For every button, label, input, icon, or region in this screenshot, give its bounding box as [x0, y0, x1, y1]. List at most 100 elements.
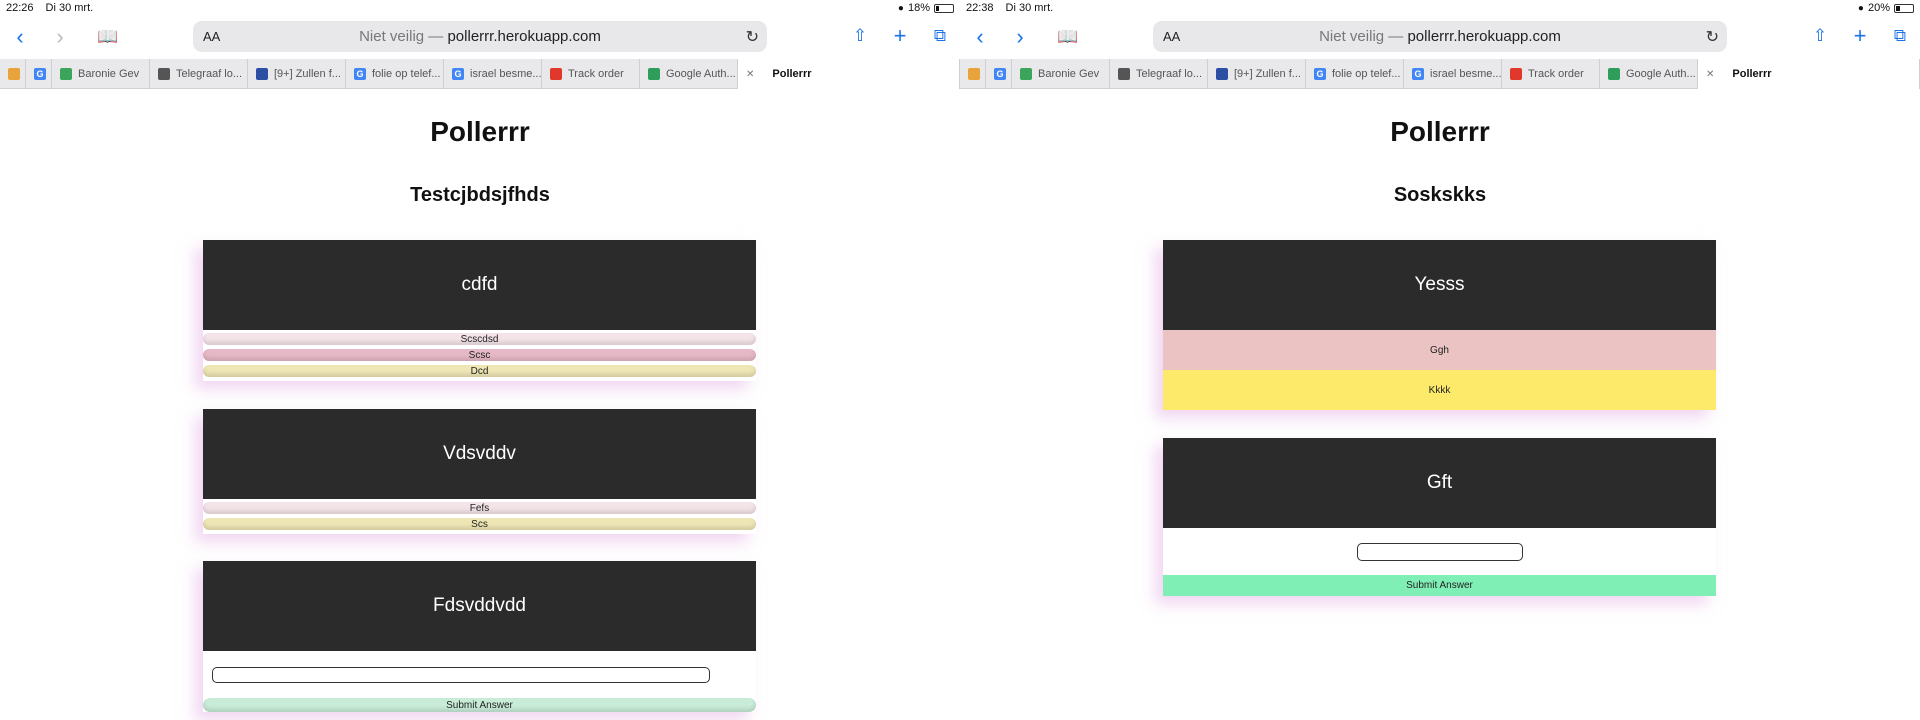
poll-title: Testcjbdsjfhds [410, 184, 550, 206]
browser-toolbar: ‹ › 📖 AA Niet veilig — pollerrr.herokuap… [0, 18, 960, 56]
address-bar[interactable]: AA Niet veilig — pollerrr.herokuapp.com … [1153, 21, 1727, 52]
favicon-icon: G [452, 68, 464, 80]
battery-icon [1894, 3, 1914, 13]
option-button[interactable]: Kkkk [1163, 370, 1716, 410]
favicon-icon [1020, 68, 1032, 80]
tab-strip: G Baronie Gev Telegraaf lo... [9+] Zullen f… [960, 59, 1920, 89]
tab-active[interactable]: ✕ Pollerrr [1698, 59, 1920, 89]
reload-icon[interactable]: ↻ [746, 27, 759, 47]
back-button[interactable]: ‹ [960, 19, 1000, 55]
question-title: Vdsvddv [203, 409, 756, 499]
tab[interactable]: Google Auth... [640, 59, 738, 89]
tab[interactable]: Track order [1502, 59, 1600, 89]
tab-label: Baronie Gev [78, 68, 140, 80]
tab[interactable]: Baronie Gev [1012, 59, 1110, 89]
battery-percent: 20% [1867, 2, 1890, 14]
tab[interactable]: [9+] Zullen f... [248, 59, 346, 89]
status-time: 22:26 [6, 2, 34, 14]
option-button[interactable]: Scscdsd [203, 333, 756, 345]
right-screenshot: 22:38 Di 30 mrt. ● 20% ‹ › 📖 AA Niet vei… [960, 0, 1920, 720]
question-title: Gft [1163, 438, 1716, 528]
tab-label: Track order [1528, 68, 1584, 80]
question-card: cdfd Scscdsd Scsc Dcd [203, 240, 756, 381]
tab[interactable]: Gfolie op telef... [346, 59, 444, 89]
tab-label: Telegraaf lo... [176, 68, 243, 80]
question-card: Fdsvddvdd Submit Answer [203, 561, 756, 712]
answer-input[interactable] [1356, 542, 1523, 561]
close-tab-icon[interactable]: ✕ [1706, 69, 1714, 80]
poll-title: Soskskks [1393, 184, 1487, 206]
tab-active[interactable]: ✕ Pollerrr [738, 59, 960, 89]
answer-input[interactable] [212, 666, 710, 683]
tab[interactable] [0, 59, 26, 89]
tab[interactable]: [9+] Zullen f... [1208, 59, 1306, 89]
tab-label: israel besme... [470, 68, 542, 80]
share-icon[interactable]: ⇧ [840, 18, 880, 54]
option-button[interactable]: Scsc [203, 349, 756, 361]
tab[interactable]: G [986, 59, 1012, 89]
reader-aa-button[interactable]: AA [203, 29, 220, 44]
option-button[interactable]: Dcd [203, 365, 756, 377]
browser-toolbar: ‹ › 📖 AA Niet veilig — pollerrr.herokuap… [960, 18, 1920, 56]
address-bar[interactable]: AA Niet veilig — pollerrr.herokuapp.com … [193, 21, 767, 52]
tab[interactable]: Gfolie op telef... [1306, 59, 1404, 89]
tab-label: Baronie Gev [1038, 68, 1100, 80]
tabs-overview-icon[interactable]: ⧉ [1880, 18, 1920, 54]
tab[interactable]: Google Auth... [1600, 59, 1698, 89]
forward-button[interactable]: › [40, 19, 80, 55]
forward-button[interactable]: › [1000, 19, 1040, 55]
question-title: cdfd [203, 240, 756, 330]
new-tab-icon[interactable]: + [880, 18, 920, 54]
site-title: Pollerrr [1390, 116, 1490, 147]
site-title: Pollerrr [430, 116, 530, 147]
tab[interactable]: Telegraaf lo... [150, 59, 248, 89]
option-button[interactable]: Ggh [1163, 330, 1716, 370]
option-button[interactable]: Fefs [203, 502, 756, 514]
url-host: pollerrr.herokuapp.com [447, 28, 601, 45]
bookmarks-icon[interactable]: 📖 [1048, 19, 1088, 55]
favicon-icon [256, 68, 268, 80]
favicon-icon: G [34, 68, 46, 80]
reader-aa-button[interactable]: AA [1163, 29, 1180, 44]
status-time: 22:38 [966, 2, 994, 14]
status-date: Di 30 mrt. [1005, 2, 1054, 14]
submit-answer-button[interactable]: Submit Answer [203, 698, 756, 712]
submit-answer-button[interactable]: Submit Answer [1163, 575, 1716, 596]
status-date: Di 30 mrt. [45, 2, 94, 14]
tab-label: Google Auth... [1626, 68, 1696, 80]
insecure-label: Niet veilig — [359, 28, 444, 45]
favicon-icon: G [1412, 68, 1424, 80]
close-tab-icon[interactable]: ✕ [746, 69, 754, 80]
new-tab-icon[interactable]: + [1840, 18, 1880, 54]
favicon-icon [1608, 68, 1620, 80]
status-bar: 22:38 Di 30 mrt. ● 20% [960, 0, 1920, 16]
question-title: Yesss [1163, 240, 1716, 330]
tab-label: [9+] Zullen f... [274, 68, 341, 80]
reload-icon[interactable]: ↻ [1706, 27, 1719, 47]
tab-label: Track order [568, 68, 624, 80]
tab[interactable]: Gisrael besme... [1404, 59, 1502, 89]
wifi-icon: ● [897, 2, 904, 14]
favicon-icon [1510, 68, 1522, 80]
favicon-icon [158, 68, 170, 80]
insecure-label: Niet veilig — [1319, 28, 1404, 45]
bookmarks-icon[interactable]: 📖 [88, 19, 128, 55]
share-icon[interactable]: ⇧ [1800, 18, 1840, 54]
wifi-icon: ● [1857, 2, 1864, 14]
tabs-overview-icon[interactable]: ⧉ [920, 18, 960, 54]
option-button[interactable]: Scs [203, 518, 756, 530]
tab-strip: G Baronie Gev Telegraaf lo... [9+] Zullen f… [0, 59, 960, 89]
back-button[interactable]: ‹ [0, 19, 40, 55]
favicon-icon [648, 68, 660, 80]
tab[interactable]: Track order [542, 59, 640, 89]
status-bar: 22:26 Di 30 mrt. ● 18% [0, 0, 960, 16]
tab[interactable]: Baronie Gev [52, 59, 150, 89]
tab[interactable]: G [26, 59, 52, 89]
tab[interactable] [960, 59, 986, 89]
tab[interactable]: Telegraaf lo... [1110, 59, 1208, 89]
question-card: Vdsvddv Fefs Scs [203, 409, 756, 534]
tab[interactable]: Gisrael besme... [444, 59, 542, 89]
page-content: Pollerrr Testcjbdsjfhds cdfd Scscdsd Scs… [0, 90, 960, 720]
tab-label: Google Auth... [666, 68, 736, 80]
favicon-icon [1118, 68, 1130, 80]
